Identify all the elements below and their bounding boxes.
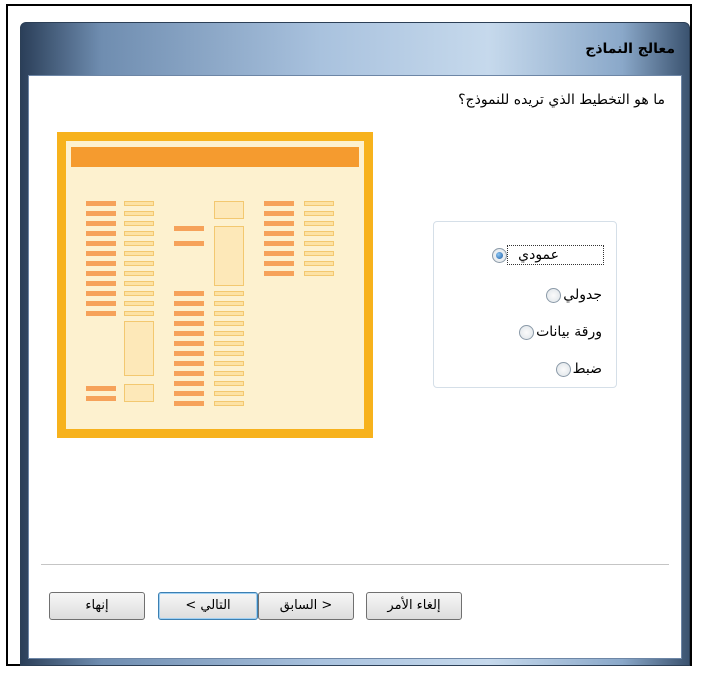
preview-label [86,311,116,316]
layout-option-label: ضبط [572,361,602,377]
preview-label [86,211,116,216]
preview-label [174,291,204,296]
preview-field [304,221,334,226]
radio-selected-icon[interactable] [492,247,508,263]
preview-label [174,331,204,336]
layout-options-group: عمودي جدولي ورقة بيانات ضبط [433,221,617,388]
preview-field [124,221,154,226]
layout-option-justified[interactable]: ضبط [548,358,604,380]
preview-label [86,271,116,276]
preview-memo-field [124,321,154,376]
preview-field [214,381,244,386]
preview-field [214,371,244,376]
layout-option-datasheet[interactable]: ورقة بيانات [511,321,604,343]
preview-field [304,251,334,256]
preview-label [174,241,204,246]
finish-button[interactable]: إنهاء [49,592,145,620]
layout-preview-image [57,132,373,438]
preview-field [124,211,154,216]
preview-label [174,341,204,346]
preview-label [264,271,294,276]
screenshot-frame: معالج النماذج ما هو التخطيط الذي تريده ل… [6,4,692,666]
preview-field [214,311,244,316]
preview-label [174,361,204,366]
preview-label [86,251,116,256]
preview-field [214,321,244,326]
preview-label [86,201,116,206]
preview-form-body [66,141,364,429]
preview-label [86,261,116,266]
preview-label [174,371,204,376]
layout-option-label: جدولي [563,287,602,303]
radio-icon[interactable] [546,287,562,303]
preview-label [86,231,116,236]
preview-form-header [71,147,359,167]
preview-memo-field [124,384,154,402]
preview-field [304,211,334,216]
layout-option-tabular[interactable]: جدولي [538,284,604,306]
preview-field [214,291,244,296]
preview-field [214,341,244,346]
layout-question: ما هو التخطيط الذي تريده للنموذج؟ [458,92,665,108]
preview-label [174,301,204,306]
layout-option-label: عمودي [507,245,604,265]
preview-label [174,226,204,231]
preview-label [86,386,116,391]
radio-icon[interactable] [555,361,571,377]
preview-label [264,221,294,226]
preview-field [124,201,154,206]
preview-label [264,231,294,236]
preview-field [124,311,154,316]
preview-field [214,331,244,336]
back-button[interactable]: < السابق [258,592,354,620]
preview-label [86,301,116,306]
preview-label [86,281,116,286]
preview-memo-field [214,226,244,286]
preview-label [86,221,116,226]
preview-label [264,211,294,216]
window-title: معالج النماذج [585,41,675,57]
next-button[interactable]: التالي > [158,592,258,620]
preview-field [304,241,334,246]
preview-field [124,231,154,236]
wizard-client-area: ما هو التخطيط الذي تريده للنموذج؟ عمودي … [28,75,682,659]
button-separator [41,564,669,566]
preview-label [264,251,294,256]
preview-label [86,241,116,246]
preview-label [86,291,116,296]
preview-label [174,311,204,316]
layout-option-label: ورقة بيانات [536,324,602,340]
preview-label [174,381,204,386]
preview-field [214,391,244,396]
preview-field [124,251,154,256]
preview-field [304,271,334,276]
preview-memo-field [214,201,244,219]
preview-label [264,261,294,266]
radio-icon[interactable] [519,324,535,340]
preview-field [124,281,154,286]
preview-field [214,361,244,366]
preview-label [264,241,294,246]
preview-field [124,271,154,276]
layout-option-columnar[interactable]: عمودي [484,244,604,266]
preview-label [264,201,294,206]
preview-label [86,396,116,401]
preview-field [304,231,334,236]
preview-label [174,321,204,326]
preview-field [124,301,154,306]
preview-field [304,201,334,206]
preview-field [124,241,154,246]
cancel-button[interactable]: إلغاء الأمر [366,592,462,620]
preview-field [214,351,244,356]
preview-label [174,401,204,406]
preview-field [214,301,244,306]
preview-label [174,391,204,396]
preview-field [124,261,154,266]
preview-label [174,351,204,356]
preview-field [304,261,334,266]
form-wizard-window: معالج النماذج ما هو التخطيط الذي تريده ل… [20,22,690,666]
preview-field [124,291,154,296]
preview-field [214,401,244,406]
